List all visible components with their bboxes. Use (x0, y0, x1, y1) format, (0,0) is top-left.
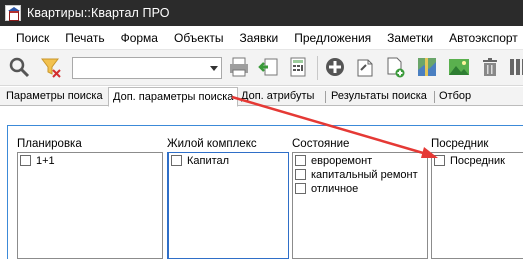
option-label: 1+1 (36, 154, 55, 167)
tab-selection[interactable]: Отбор (435, 89, 475, 106)
column-header-complex: Жилой комплекс (167, 138, 257, 150)
image-icon[interactable] (446, 54, 472, 80)
option-label: Капитал (187, 154, 230, 167)
checkbox[interactable] (295, 155, 306, 166)
add-icon[interactable] (322, 54, 348, 80)
layout-list[interactable]: 1+1 (17, 152, 163, 259)
menu-form[interactable]: Форма (113, 26, 166, 50)
column-header-condition: Состояние (292, 138, 350, 150)
import-icon[interactable] (256, 54, 282, 80)
condition-list[interactable]: евроремонт капитальный ремонт отличное (292, 152, 428, 259)
intermediary-list[interactable]: Посредник (431, 152, 523, 259)
delete-icon[interactable] (477, 54, 503, 80)
tab-search-results[interactable]: Результаты поиска (327, 89, 431, 106)
checkbox[interactable] (20, 155, 31, 166)
filter-clear-icon[interactable] (38, 54, 64, 80)
window-title: Квартиры::Квартал ПРО (27, 6, 170, 20)
column-header-intermediary: Посредник (431, 138, 489, 150)
toolbar (0, 50, 523, 86)
checkbox[interactable] (171, 155, 182, 166)
tab-bar: Параметры поиска Доп. параметры поиска Д… (0, 87, 523, 107)
columns-icon[interactable] (506, 54, 523, 80)
tab-extra-search-params[interactable]: Доп. параметры поиска (108, 87, 239, 107)
option-label: отличное (311, 182, 359, 195)
app-icon (5, 5, 21, 21)
menu-search[interactable]: Поиск (0, 26, 57, 50)
print-icon[interactable] (226, 54, 252, 80)
checkbox[interactable] (295, 183, 306, 194)
list-item[interactable]: капитальный ремонт (293, 168, 427, 181)
menu-autoexport[interactable]: Автоэкспорт (441, 26, 523, 50)
list-item[interactable]: Посредник (432, 154, 523, 167)
column-header-layout: Планировка (17, 138, 82, 150)
menu-objects[interactable]: Объекты (166, 26, 232, 50)
title-bar: Квартиры::Квартал ПРО (0, 0, 523, 26)
menu-bar: Поиск Печать Форма Объекты Заявки Предло… (0, 26, 523, 50)
menu-notes[interactable]: Заметки (379, 26, 441, 50)
map-icon[interactable] (414, 54, 440, 80)
list-item[interactable]: евроремонт (293, 154, 427, 167)
search-icon[interactable] (6, 54, 32, 80)
chevron-down-icon[interactable] (210, 66, 218, 71)
option-label: евроремонт (311, 154, 373, 167)
checkbox[interactable] (295, 169, 306, 180)
calculator-icon[interactable] (285, 54, 311, 80)
filter-combo[interactable] (72, 57, 222, 79)
new-document-icon[interactable] (382, 54, 408, 80)
menu-requests[interactable]: Заявки (231, 26, 286, 50)
list-item[interactable]: 1+1 (18, 154, 162, 167)
list-item[interactable]: отличное (293, 182, 427, 195)
checkbox[interactable] (434, 155, 445, 166)
toolbar-separator (317, 56, 318, 80)
menu-print[interactable]: Печать (57, 26, 112, 50)
tab-separator (325, 91, 326, 103)
list-item[interactable]: Капитал (169, 154, 288, 167)
menu-offers[interactable]: Предложения (286, 26, 379, 50)
tab-extra-attributes[interactable]: Доп. атрибуты (237, 89, 318, 106)
option-label: Посредник (450, 154, 505, 167)
option-label: капитальный ремонт (311, 168, 418, 181)
complex-list[interactable]: Капитал (167, 152, 289, 259)
edit-icon[interactable] (352, 54, 378, 80)
tab-search-params[interactable]: Параметры поиска (2, 89, 107, 106)
